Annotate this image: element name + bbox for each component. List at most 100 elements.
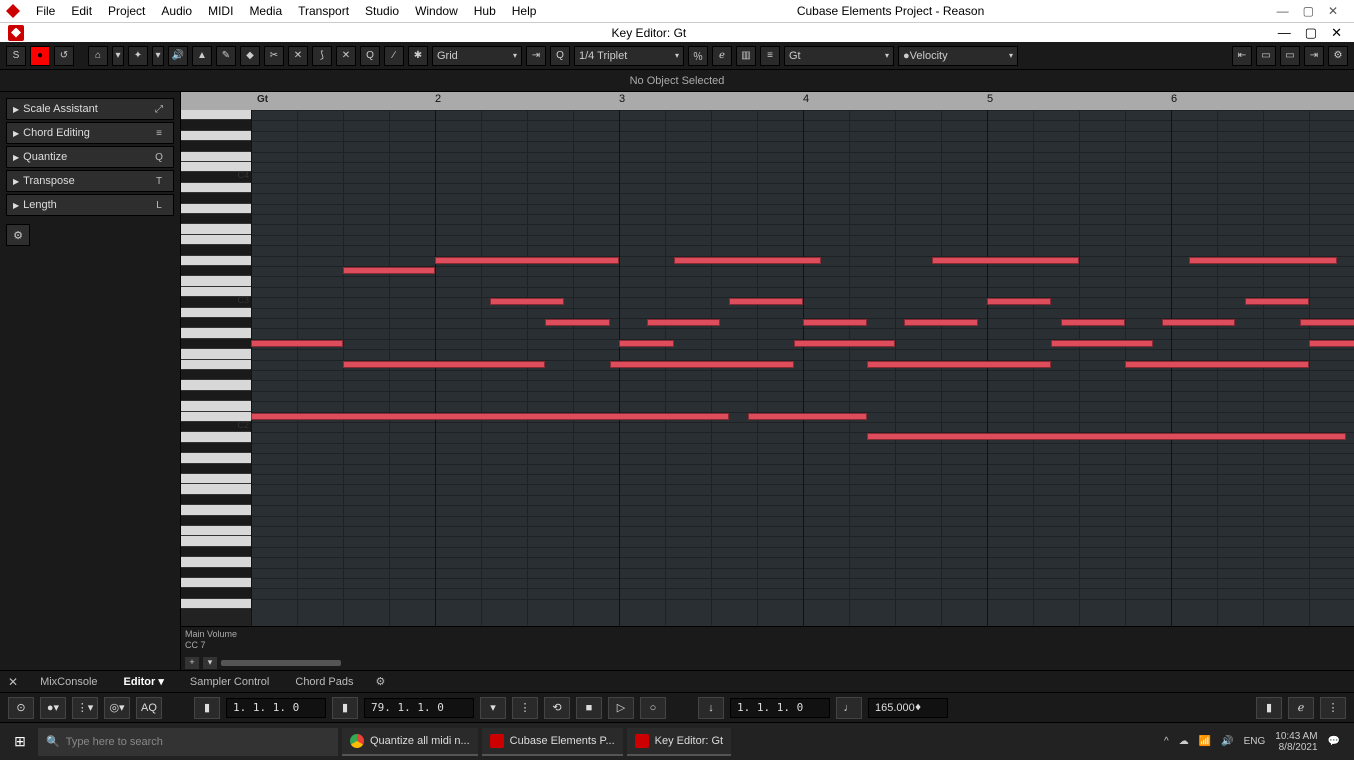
tray-onedrive-icon[interactable]: ☁: [1179, 736, 1189, 747]
lower-zone-close[interactable]: ✕: [8, 675, 18, 689]
menu-file[interactable]: File: [28, 2, 63, 20]
left-locator-display[interactable]: 1. 1. 1. 0: [226, 698, 326, 718]
zone-layout-1[interactable]: ▭: [1256, 46, 1276, 66]
midi-note[interactable]: [987, 298, 1051, 305]
draw-tool[interactable]: ✎: [216, 46, 236, 66]
tempo-display[interactable]: 165.000 ♦: [868, 698, 948, 718]
currently-edited-part-icon[interactable]: ≡: [760, 46, 780, 66]
midi-note[interactable]: [647, 319, 721, 326]
inspector-chord-editing[interactable]: ▶Chord Editing≡: [6, 122, 174, 144]
snap-to-grid-icon[interactable]: ⇥: [526, 46, 546, 66]
quantize-panel-button[interactable]: ℯ: [712, 46, 732, 66]
menu-media[interactable]: Media: [241, 2, 290, 20]
cycle-button[interactable]: ◎▾: [104, 697, 130, 719]
midi-note[interactable]: [867, 361, 1051, 368]
midi-note[interactable]: [251, 413, 729, 420]
taskbar-item-chrome[interactable]: Quantize all midi n...: [342, 728, 478, 756]
menu-transport[interactable]: Transport: [290, 2, 357, 20]
transport-menu[interactable]: ⊙: [8, 697, 34, 719]
punch-menu[interactable]: ⋮▾: [72, 697, 98, 719]
erase-tool[interactable]: ◆: [240, 46, 260, 66]
glue-tool[interactable]: ⟆: [312, 46, 332, 66]
tab-mixconsole[interactable]: MixConsole: [36, 674, 101, 690]
stop-button[interactable]: ■: [576, 697, 602, 719]
time-ruler[interactable]: Gt 23456: [181, 92, 1354, 110]
tray-clock[interactable]: 10:43 AM 8/8/2021: [1275, 731, 1317, 753]
controller-lane[interactable]: Main Volume CC 7: [181, 626, 1354, 656]
midi-note[interactable]: [674, 257, 821, 264]
midi-note[interactable]: [1309, 340, 1354, 347]
acoustic-feedback-button[interactable]: 🔊: [168, 46, 188, 66]
punch-in-button[interactable]: ●▾: [40, 697, 66, 719]
horizontal-scrollbar[interactable]: [221, 660, 341, 666]
zoom-in-button[interactable]: +: [185, 657, 199, 669]
midi-note[interactable]: [610, 361, 794, 368]
record-in-editor-button[interactable]: ●: [30, 46, 50, 66]
auto-quantize-button[interactable]: AQ: [136, 697, 162, 719]
marker-button[interactable]: ↓: [698, 697, 724, 719]
snap-type-select[interactable]: Grid▾: [432, 46, 522, 66]
menu-edit[interactable]: Edit: [63, 2, 100, 20]
midi-note[interactable]: [545, 319, 609, 326]
midi-note[interactable]: [1300, 319, 1354, 326]
zoom-out-button[interactable]: ▾: [203, 657, 217, 669]
tempo-track-button[interactable]: ♩: [836, 697, 862, 719]
show-info-button[interactable]: ⌂: [88, 46, 108, 66]
edited-part-select[interactable]: Gt▾: [784, 46, 894, 66]
piano-keyboard[interactable]: C4C3C2: [181, 110, 251, 626]
solo-button[interactable]: S: [6, 46, 26, 66]
menu-studio[interactable]: Studio: [357, 2, 407, 20]
zoom-tool[interactable]: ✕: [336, 46, 356, 66]
zone-layout-2[interactable]: ▭: [1280, 46, 1300, 66]
midi-note[interactable]: [748, 413, 868, 420]
dropdown-icon[interactable]: ▾: [152, 46, 164, 66]
menu-audio[interactable]: Audio: [153, 2, 200, 20]
midi-note[interactable]: [1162, 319, 1236, 326]
tab-editor[interactable]: Editor ▾: [120, 673, 168, 690]
tab-sampler-control[interactable]: Sampler Control: [186, 674, 273, 690]
part-border-icon[interactable]: ▥: [736, 46, 756, 66]
position-menu[interactable]: ▾: [480, 697, 506, 719]
trim-tool[interactable]: ✂: [264, 46, 284, 66]
right-locator-display[interactable]: 1. 1. 1. 0: [730, 698, 830, 718]
midi-note[interactable]: [619, 340, 674, 347]
rewind-button[interactable]: ⟲: [544, 697, 570, 719]
tray-chevron-icon[interactable]: ^: [1164, 736, 1169, 747]
midi-note[interactable]: [343, 267, 435, 274]
inspector-quantize[interactable]: ▶QuantizeQ: [6, 146, 174, 168]
time-format-button[interactable]: ⋮: [512, 697, 538, 719]
locator-left-icon[interactable]: ▮: [194, 697, 220, 719]
lower-zone-settings[interactable]: ⚙: [375, 675, 385, 688]
setup-window-layout-button[interactable]: ⚙: [1328, 46, 1348, 66]
midi-note[interactable]: [343, 361, 545, 368]
inspector-settings-button[interactable]: ⚙: [6, 224, 30, 246]
menu-window[interactable]: Window: [407, 2, 466, 20]
time-warp-tool[interactable]: ∕: [384, 46, 404, 66]
iterative-quantize-icon[interactable]: ％: [688, 46, 708, 66]
count-in-button[interactable]: ℯ: [1288, 697, 1314, 719]
record-button[interactable]: ○: [640, 697, 666, 719]
locator-right-icon[interactable]: ▮: [332, 697, 358, 719]
ke-minimize-button[interactable]: —: [1278, 25, 1291, 41]
taskbar-item-cubase-project[interactable]: Cubase Elements P...: [482, 728, 623, 756]
main-maximize-button[interactable]: ▢: [1303, 4, 1314, 18]
metronome-button[interactable]: ▮: [1256, 697, 1282, 719]
tab-chord-pads[interactable]: Chord Pads: [291, 674, 357, 690]
tray-network-icon[interactable]: 📶: [1199, 736, 1211, 747]
midi-note[interactable]: [932, 257, 1079, 264]
tray-volume-icon[interactable]: 🔊: [1221, 736, 1233, 747]
midi-note[interactable]: [1189, 257, 1336, 264]
midi-note[interactable]: [435, 257, 619, 264]
midi-note[interactable]: [1051, 340, 1152, 347]
select-tool[interactable]: ▲: [192, 46, 212, 66]
mute-tool[interactable]: ✕: [288, 46, 308, 66]
midi-note[interactable]: [1245, 298, 1309, 305]
dropdown-icon[interactable]: ▾: [112, 46, 124, 66]
menu-help[interactable]: Help: [504, 2, 545, 20]
inspector-length[interactable]: ▶LengthL: [6, 194, 174, 216]
midi-note[interactable]: [490, 298, 564, 305]
auto-scroll-button[interactable]: ✦: [128, 46, 148, 66]
taskbar-search[interactable]: 🔍 Type here to search: [38, 728, 338, 756]
midi-note[interactable]: [251, 340, 343, 347]
inspector-scale-assistant[interactable]: ▶Scale Assistant⤢: [6, 98, 174, 120]
